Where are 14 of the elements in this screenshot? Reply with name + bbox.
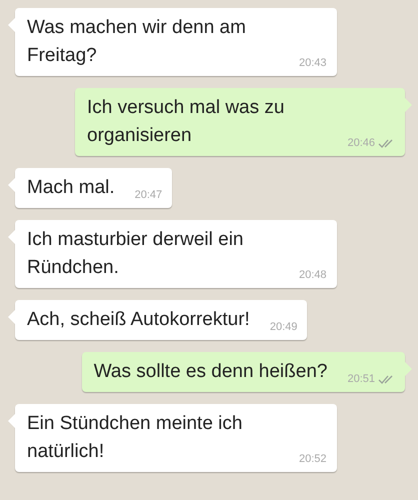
message-text: Was machen wir denn am Freitag? (27, 16, 247, 68)
message-text: Mach mal. (27, 176, 115, 200)
message-text: Ein Stündchen meinte ich natürlich! (27, 412, 244, 464)
message-text: Ach, scheiß Autokorrektur! (27, 308, 250, 332)
message-time: 20:52 (299, 452, 327, 466)
message-time: 20:43 (299, 56, 327, 70)
message-time: 20:49 (270, 320, 298, 334)
message-time: 20:48 (299, 268, 327, 282)
message-time: 20:51 (347, 372, 375, 386)
message-text: Ich versuch mal was zu organisieren (87, 96, 286, 148)
message-time: 20:47 (134, 188, 162, 202)
message-text: Was sollte es denn heißen? (94, 360, 328, 384)
message-text: Ich masturbier derweil ein Ründchen. (27, 228, 244, 280)
message-time: 20:46 (347, 136, 375, 150)
